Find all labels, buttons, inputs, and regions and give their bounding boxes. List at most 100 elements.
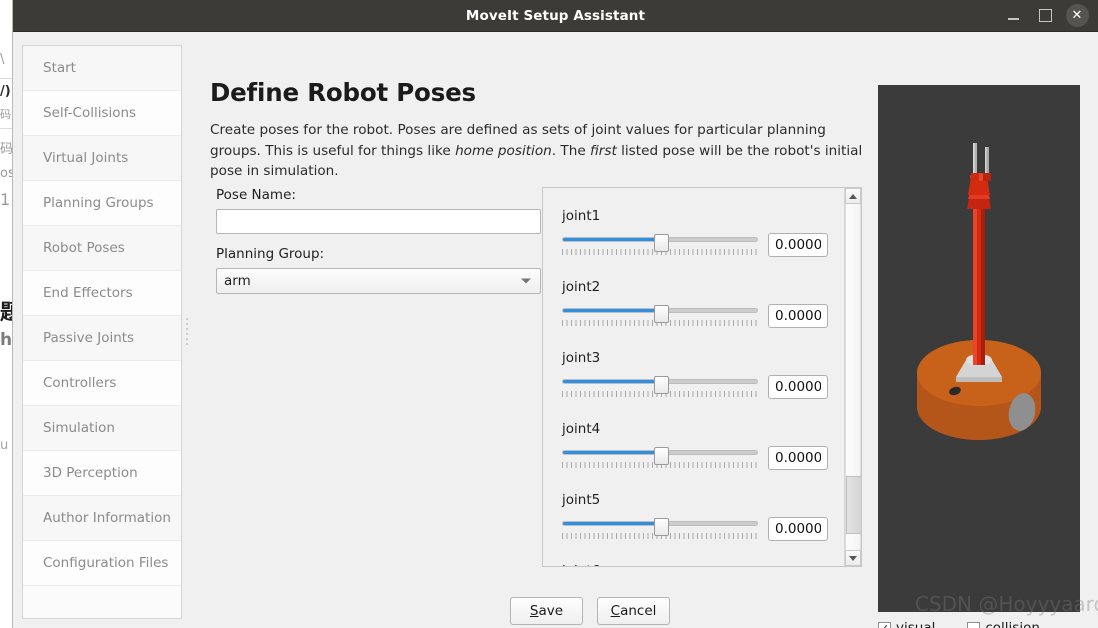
sidebar-item-self-collisions[interactable]: Self-Collisions [23,91,181,136]
joint-label: joint2 [562,279,601,295]
joints-scrollbar[interactable] [844,188,861,566]
scroll-down-button[interactable] [845,550,861,566]
save-button[interactable]: Save [510,597,583,625]
joint-slider[interactable] [562,375,758,397]
app-root: \ /) 码 码 os 1 题 h u MoveIt Setup Assista… [0,0,1098,628]
joint-value-input[interactable] [768,233,828,257]
slider-groove [562,305,758,323]
cancel-button[interactable]: Cancel [597,597,670,625]
cancel-mnemonic: C [610,603,621,619]
chevron-up-icon [849,193,857,199]
joint-label: joint4 [562,421,601,437]
panel-splitter[interactable] [183,32,191,628]
pose-form: Pose Name: Planning Group: arm [216,187,541,294]
joint-slider[interactable] [562,304,758,326]
sidebar-item-label: Start [43,60,76,76]
joint-label: joint5 [562,492,601,508]
joint-slider[interactable] [562,446,758,468]
planning-group-value: arm [224,273,251,289]
sidebar-item-author-information[interactable]: Author Information [23,496,181,541]
sidebar-item-simulation[interactable]: Simulation [23,406,181,451]
sidebar-item-label: Virtual Joints [43,150,129,166]
planning-group-select[interactable]: arm [216,268,541,294]
scroll-up-button[interactable] [845,188,861,204]
sidebar-item-controllers[interactable]: Controllers [23,361,181,406]
minimize-button[interactable] [998,1,1028,31]
collision-toggle[interactable]: collision [967,620,1040,628]
sidebar-item-label: Controllers [43,375,117,391]
window-controls: ✕ [998,0,1092,31]
main-window: MoveIt Setup Assistant ✕ Start Self-Coll… [13,0,1098,628]
sidebar-item-virtual-joints[interactable]: Virtual Joints [23,136,181,181]
slider-handle[interactable] [654,376,669,394]
robot-3d-viewport[interactable] [878,85,1080,612]
window-title: MoveIt Setup Assistant [465,7,646,24]
visual-label: visual [896,620,936,628]
slider-handle[interactable] [654,234,669,252]
slider-groove [562,376,758,394]
sidebar-item-label: Simulation [43,420,115,436]
pose-name-label: Pose Name: [216,187,296,203]
slider-fill [563,238,660,241]
close-icon: ✕ [1065,4,1089,27]
joint-sliders-panel: joint1 0.0000 joint2 0.0000 joint3 0.000… [542,187,862,567]
joint-list: joint1 0.0000 joint2 0.0000 joint3 0.000… [543,188,845,566]
sidebar-item-label: End Effectors [43,285,133,301]
pose-name-input[interactable] [216,209,541,234]
sidebar-item-label: Author Information [43,510,171,526]
visual-toggle[interactable]: ✓ visual [878,620,935,628]
maximize-button[interactable] [1030,1,1060,31]
description-emphasis-first: first [590,142,617,159]
slider-handle[interactable] [654,305,669,323]
sidebar-item-label: 3D Perception [43,465,138,481]
joint-value-input[interactable] [768,517,828,541]
joint-row: joint4 [562,421,845,470]
slider-groove [562,518,758,536]
close-button[interactable]: ✕ [1062,1,1092,31]
sidebar-item-passive-joints[interactable]: Passive Joints [23,316,181,361]
sidebar-item-label: Configuration Files [43,555,169,571]
planning-group-label: Planning Group: [216,246,325,262]
sidebar-item-label: Self-Collisions [43,105,137,121]
joint-label: joint3 [562,350,601,366]
slider-handle[interactable] [654,518,669,536]
description-emphasis-home-position: home position [455,142,552,159]
save-label-rest: ave [538,603,564,619]
slider-fill [563,380,660,383]
visual-checkbox[interactable]: ✓ [878,621,891,628]
page-title: Define Robot Poses [210,78,476,107]
content-area: Define Robot Poses Create poses for the … [197,32,877,628]
joint-row: joint5 [562,492,845,541]
display-toggles: ✓ visual collision [878,620,1040,628]
joint-row: joint3 [562,350,845,399]
sidebar-item-label: Planning Groups [43,195,154,211]
chevron-down-icon [849,555,857,561]
scrollbar-thumb[interactable] [846,476,861,534]
joint-slider[interactable] [562,517,758,539]
joint-label: joint6 [562,563,845,566]
joint-value-input[interactable] [768,446,828,470]
sidebar-item-configuration-files[interactable]: Configuration Files [23,541,181,586]
sidebar-item-3d-perception[interactable]: 3D Perception [23,451,181,496]
robot-model [917,143,1041,440]
joint-row: joint1 [562,208,845,257]
joint-slider[interactable] [562,233,758,255]
sidebar-item-end-effectors[interactable]: End Effectors [23,271,181,316]
slider-handle[interactable] [654,447,669,465]
sidebar-item-planning-groups[interactable]: Planning Groups [23,181,181,226]
joint-label: joint1 [562,208,601,224]
cancel-label-rest: ancel [620,603,657,619]
page-description: Create poses for the robot. Poses are de… [210,120,870,182]
slider-fill [563,522,660,525]
joint-row: joint2 [562,279,845,328]
scrollbar-track[interactable] [845,204,861,550]
minimize-icon [1007,18,1019,20]
joint-value-input[interactable] [768,375,828,399]
sidebar-item-label: Passive Joints [43,330,135,346]
collision-checkbox[interactable] [967,621,981,628]
sidebar-item-robot-poses[interactable]: Robot Poses [23,226,181,271]
slider-groove [562,447,758,465]
joint-value-input[interactable] [768,304,828,328]
sidebar-item-start[interactable]: Start [23,46,181,91]
slider-fill [563,451,660,454]
